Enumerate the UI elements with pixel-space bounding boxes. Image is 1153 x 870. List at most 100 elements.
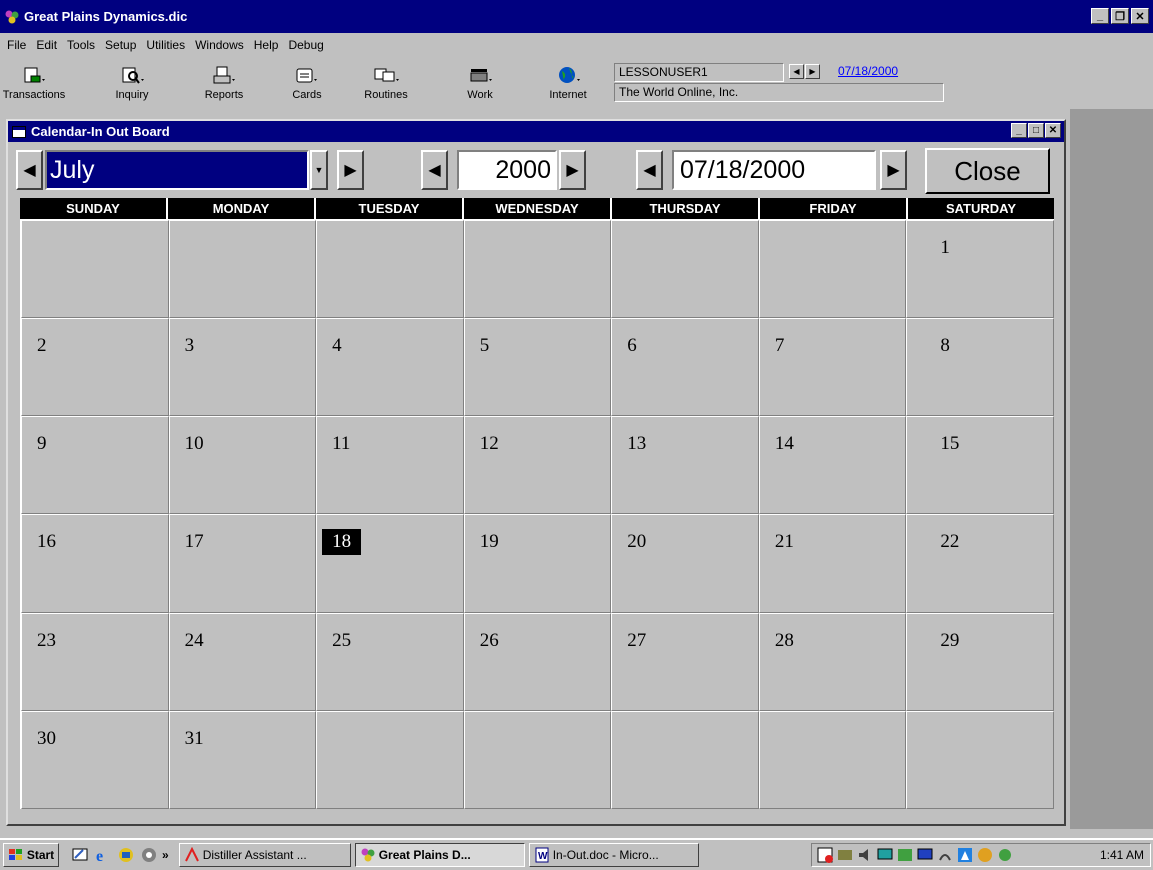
user-date-link[interactable]: 07/18/2000	[838, 63, 898, 80]
network-icon[interactable]	[836, 846, 854, 864]
day-number: 25	[332, 629, 352, 651]
task-distiller-assistant[interactable]: Distiller Assistant ...	[178, 843, 351, 867]
calendar-day-cell[interactable]: 18	[316, 514, 464, 613]
calendar-day-cell[interactable]: 5	[463, 318, 612, 417]
monitor-icon[interactable]	[876, 846, 894, 864]
menu-edit[interactable]: Edit	[31, 38, 62, 52]
transactions-button[interactable]: Transactions	[2, 61, 66, 103]
prev-month-button[interactable]: ◀	[16, 150, 43, 190]
power-icon[interactable]	[936, 846, 954, 864]
menu-debug[interactable]: Debug	[283, 38, 328, 52]
day-number: 29	[940, 629, 960, 651]
user-info-panel: LESSONUSER1 ◀ ▶ 07/18/2000 The World Onl…	[614, 63, 944, 103]
calendar-day-cell[interactable]: 19	[463, 514, 612, 613]
menu-help[interactable]: Help	[249, 38, 284, 52]
clock: 1:41 AM	[1099, 848, 1144, 862]
cards-label: Cards	[292, 89, 322, 101]
calendar-day-cell[interactable]: 25	[316, 612, 464, 711]
menu-utilities[interactable]: Utilities	[141, 38, 190, 52]
calendar-close-window-button[interactable]: ✕	[1045, 123, 1061, 138]
calendar-day-cell[interactable]: 6	[611, 318, 759, 417]
calendar-day-cell[interactable]: 20	[611, 514, 759, 613]
calendar-day-cell[interactable]: 23	[21, 612, 169, 711]
cards-button[interactable]: Cards	[275, 61, 339, 103]
close-window-button[interactable]: ✕	[1131, 8, 1149, 24]
month-select[interactable]: July	[45, 150, 309, 190]
calendar-day-cell[interactable]: 13	[611, 416, 759, 515]
internet-button[interactable]: Internet	[536, 61, 600, 103]
more-quick-launch-icon[interactable]: »	[162, 848, 169, 862]
calendar-minimize-button[interactable]: _	[1011, 123, 1027, 138]
calendar-day-cell[interactable]: 7	[758, 318, 907, 417]
settings-icon[interactable]	[996, 846, 1014, 864]
calendar-day-cell[interactable]: 17	[168, 514, 317, 613]
calendar-day-cell[interactable]: 4	[316, 318, 464, 417]
work-label: Work	[467, 89, 493, 101]
calendar-day-cell[interactable]: 14	[758, 416, 907, 515]
internet-explorer-icon[interactable]: e	[94, 846, 112, 864]
menu-windows[interactable]: Windows	[190, 38, 249, 52]
month-dropdown-button[interactable]: ▼	[310, 150, 328, 190]
date-field[interactable]: 07/18/2000	[672, 150, 876, 190]
year-field[interactable]: 2000	[457, 150, 557, 190]
left-arrow-icon: ◀	[428, 162, 441, 179]
calendar-day-cell[interactable]: 10	[168, 416, 317, 515]
calendar-day-cell[interactable]: 28	[758, 612, 907, 711]
calendar-day-cell[interactable]: 1	[906, 220, 1054, 319]
antivirus-icon[interactable]	[976, 846, 994, 864]
calendar-day-cell[interactable]: 22	[906, 514, 1054, 613]
reports-button[interactable]: Reports	[192, 61, 256, 103]
calendar-day-cell[interactable]: 2	[21, 318, 169, 417]
task-label: Great Plains D...	[378, 848, 471, 862]
day-number: 10	[184, 433, 204, 455]
prev-year-button[interactable]: ◀	[421, 150, 448, 190]
restore-button[interactable]: ❐	[1111, 8, 1129, 24]
outlook-icon[interactable]	[117, 846, 135, 864]
task-great-plains[interactable]: Great Plains D...	[354, 843, 525, 867]
scheduler-icon[interactable]	[816, 846, 834, 864]
calendar-day-cell[interactable]: 12	[463, 416, 612, 515]
calendar-day-cell[interactable]: 29	[906, 612, 1054, 711]
calendar-day-cell[interactable]: 11	[316, 416, 464, 515]
day-name-sunday: SUNDAY	[20, 198, 168, 219]
start-button[interactable]: Start	[3, 843, 59, 867]
prev-day-button[interactable]: ◀	[636, 150, 663, 190]
calendar-day-cell[interactable]: 9	[21, 416, 169, 515]
day-number: 5	[479, 335, 490, 357]
acrobat-icon[interactable]	[956, 846, 974, 864]
menu-tools[interactable]: Tools	[62, 38, 100, 52]
calendar-day-cell[interactable]: 8	[906, 318, 1054, 417]
day-number: 22	[940, 531, 960, 553]
next-month-button[interactable]: ▶	[337, 150, 364, 190]
minimize-button[interactable]: _	[1091, 8, 1109, 24]
calendar-day-cell[interactable]: 26	[463, 612, 612, 711]
work-button[interactable]: Work	[448, 61, 512, 103]
channels-icon[interactable]	[140, 846, 158, 864]
quick-launch-desktop-icon[interactable]	[71, 846, 89, 864]
calendar-day-cell[interactable]: 3	[168, 318, 317, 417]
routines-button[interactable]: Routines	[354, 61, 418, 103]
calendar-day-cell[interactable]: 27	[611, 612, 759, 711]
calendar-day-cell[interactable]: 30	[21, 710, 169, 809]
menu-file[interactable]: File	[2, 38, 31, 52]
menu-setup[interactable]: Setup	[100, 38, 141, 52]
calendar-day-cell[interactable]: 31	[168, 710, 317, 809]
day-number: 4	[332, 335, 342, 357]
next-date-button[interactable]: ▶	[805, 64, 820, 79]
calendar-title-bar: Calendar-In Out Board _ □ ✕	[8, 121, 1064, 142]
task-word-document[interactable]: W In-Out.doc - Micro...	[528, 843, 699, 867]
inquiry-button[interactable]: Inquiry	[100, 61, 164, 103]
prev-date-button[interactable]: ◀	[789, 64, 804, 79]
close-button[interactable]: Close	[925, 148, 1050, 194]
calendar-day-cell[interactable]: 15	[906, 416, 1054, 515]
calendar-day-cell[interactable]: 16	[21, 514, 169, 613]
speaker-icon[interactable]	[856, 846, 874, 864]
calendar-maximize-button[interactable]: □	[1028, 123, 1044, 138]
task-scheduler-icon[interactable]	[896, 846, 914, 864]
display-icon[interactable]	[916, 846, 934, 864]
day-name-wednesday: WEDNESDAY	[464, 198, 612, 219]
calendar-day-cell[interactable]: 24	[168, 612, 317, 711]
next-year-button[interactable]: ▶	[559, 150, 586, 190]
next-day-button[interactable]: ▶	[880, 150, 907, 190]
calendar-day-cell[interactable]: 21	[758, 514, 907, 613]
